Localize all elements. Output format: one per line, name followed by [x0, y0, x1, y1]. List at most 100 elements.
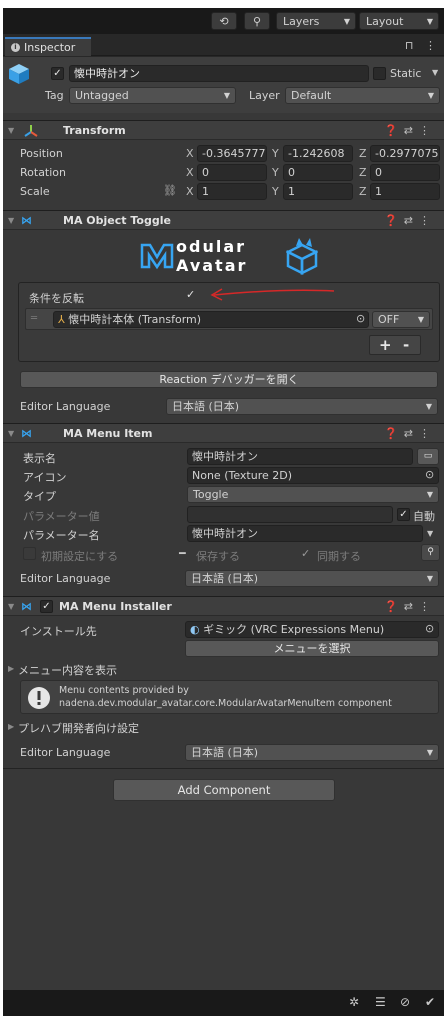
info-line-1: Menu contents provided by — [59, 685, 189, 696]
logo-top-text: odular — [176, 237, 247, 256]
default-checkbox[interactable] — [23, 547, 36, 560]
position-x-input[interactable]: -0.3645777 — [197, 145, 267, 162]
preset-icon[interactable]: ⇄ — [404, 124, 419, 137]
sync-label: 同期する — [317, 550, 361, 563]
more-menu-icon[interactable]: ⋮ — [425, 39, 436, 52]
rotation-z-input[interactable]: 0 — [370, 164, 440, 181]
add-item-button[interactable]: + — [379, 336, 392, 354]
lock-icon[interactable]: ⊓ — [405, 39, 414, 52]
more-menu-icon[interactable]: ⋮ — [419, 214, 436, 227]
editor-language-dropdown[interactable]: 日本語 (日本) ▼ — [166, 398, 438, 415]
constrain-proportions-icon[interactable]: ⛓ — [163, 184, 177, 197]
editor-language-dropdown[interactable]: 日本語 (日本) ▼ — [185, 570, 439, 587]
install-target-field[interactable]: ◐ ギミック (VRC Expressions Menu) — [185, 621, 439, 638]
check-circle-icon[interactable]: ✔ — [425, 995, 435, 1009]
tag-dropdown[interactable]: Untagged ▼ — [69, 87, 236, 104]
scale-z-input[interactable]: 1 — [370, 183, 440, 200]
editor-language-dropdown[interactable]: 日本語 (日本) ▼ — [185, 744, 439, 761]
select-menu-button[interactable]: メニューを選択 — [185, 640, 439, 657]
no-debug-icon[interactable]: ⊘ — [400, 995, 410, 1009]
rotation-x-input[interactable]: 0 — [197, 164, 267, 181]
layer-dropdown[interactable]: Default ▼ — [285, 87, 440, 104]
icon-texture-field[interactable]: None (Texture 2D) — [187, 467, 439, 484]
help-icon[interactable]: ❓ — [384, 600, 404, 613]
foldout-arrow-icon[interactable]: ▼ — [8, 216, 14, 225]
menu-installer-enabled-checkbox[interactable]: ✓ — [40, 600, 53, 613]
object-toggle-header[interactable]: ▼ ⋈ MA Object Toggle ❓⇄⋮ — [3, 210, 444, 230]
chevron-down-icon[interactable]: ▼ — [432, 68, 438, 77]
type-dropdown[interactable]: Toggle ▼ — [187, 486, 439, 503]
transform-small-icon: ⅄ — [58, 313, 65, 326]
install-target-label: インストール先 — [20, 625, 97, 638]
scale-y-input[interactable]: 1 — [283, 183, 353, 200]
top-toolbar: ⟲ ⚲ Layers ▼ Layout ▼ — [3, 8, 444, 34]
remove-item-button[interactable]: - — [403, 336, 409, 354]
active-checkbox[interactable]: ✓ — [51, 67, 64, 80]
invert-condition-checkbox[interactable]: ✓ — [186, 288, 195, 301]
layers-dropdown[interactable]: Layers ▼ — [276, 12, 356, 30]
foldout-arrow-icon[interactable]: ▶ — [8, 722, 14, 731]
show-menu-contents-foldout[interactable]: メニュー内容を表示 — [18, 662, 117, 678]
tab-inspector[interactable]: i Inspector — [5, 37, 91, 56]
auto-checkbox[interactable]: ✓ — [397, 508, 410, 521]
axis-z-label: Z — [359, 166, 367, 179]
sync-checkbox[interactable]: ✓ — [301, 547, 310, 560]
preset-icon[interactable]: ⇄ — [404, 214, 419, 227]
menu-installer-header[interactable]: ▼ ⋈ ✓ MA Menu Installer ❓⇄⋮ — [3, 596, 444, 616]
rename-icon[interactable]: ▭ — [417, 448, 439, 465]
position-y-input[interactable]: -1.242608 — [283, 145, 353, 162]
menu-item-header[interactable]: ▼ ⋈ MA Menu Item ❓⇄⋮ — [3, 423, 444, 443]
tag-label: Tag — [45, 89, 64, 102]
preset-icon[interactable]: ⇄ — [404, 600, 419, 613]
more-menu-icon[interactable]: ⋮ — [419, 427, 436, 440]
editor-language-label: Editor Language — [20, 746, 111, 759]
object-name-input[interactable]: 懐中時計オン — [69, 65, 369, 82]
position-z-input[interactable]: -0.2977075 — [370, 145, 440, 162]
toggle-state-dropdown[interactable]: OFF ▼ — [372, 311, 430, 328]
inspector-panel: ✓ 懐中時計オン Static ▼ Tag Untagged ▼ Layer D… — [3, 57, 444, 992]
parameter-name-input[interactable]: 懐中時計オン — [187, 525, 423, 542]
save-toggle-icon[interactable]: ━ — [179, 547, 186, 560]
object-header: ✓ 懐中時計オン Static ▼ Tag Untagged ▼ Layer D… — [3, 57, 444, 113]
bottom-status-bar: ✲ ☰ ⊘ ✔ — [3, 990, 444, 1016]
editor-language-value: 日本語 (日本) — [191, 572, 259, 585]
add-component-button[interactable]: Add Component — [113, 779, 335, 801]
preset-icon[interactable]: ⇄ — [404, 427, 419, 440]
foldout-arrow-icon[interactable]: ▶ — [8, 664, 14, 673]
scale-x-input[interactable]: 1 — [197, 183, 267, 200]
transform-header[interactable]: ▼ Transform ❓⇄⋮ — [3, 120, 444, 140]
display-name-input[interactable]: 懐中時計オン — [187, 448, 413, 465]
toggle-object-field[interactable]: ⅄ 懐中時計本体 (Transform) — [53, 311, 369, 328]
object-picker-icon[interactable]: ⊙ — [356, 312, 365, 325]
rotation-y-input[interactable]: 0 — [283, 164, 353, 181]
foldout-arrow-icon[interactable]: ▼ — [8, 126, 14, 135]
modular-avatar-logo: odular Avatar — [140, 235, 320, 279]
history-icon[interactable]: ⟲ — [211, 12, 237, 30]
layers-stack-icon[interactable]: ☰ — [375, 995, 386, 1009]
object-picker-icon[interactable]: ⊙ — [425, 468, 434, 481]
prefab-developer-settings-foldout[interactable]: プレハブ開発者向け設定 — [18, 720, 139, 736]
layout-dropdown[interactable]: Layout ▼ — [359, 12, 439, 30]
help-icon[interactable]: ❓ — [384, 124, 404, 137]
help-icon[interactable]: ❓ — [384, 427, 404, 440]
editor-language-value: 日本語 (日本) — [172, 400, 240, 413]
debug-bug-icon[interactable]: ✲ — [349, 995, 359, 1009]
more-menu-icon[interactable]: ⋮ — [419, 600, 436, 613]
axis-x-label: X — [186, 166, 194, 179]
logo-cube-mascot-icon — [286, 238, 318, 275]
static-checkbox[interactable] — [373, 67, 386, 80]
parameter-value-input[interactable] — [187, 506, 393, 523]
drag-handle-icon[interactable]: ═ — [31, 313, 37, 324]
help-icon[interactable]: ❓ — [384, 214, 404, 227]
chevron-down-icon[interactable]: ▼ — [427, 529, 433, 538]
reaction-debugger-button[interactable]: Reaction デバッガーを開く — [20, 371, 438, 388]
search-icon[interactable]: ⚲ — [421, 544, 440, 561]
more-menu-icon[interactable]: ⋮ — [419, 124, 436, 137]
transform-title: Transform — [63, 124, 126, 137]
layout-label: Layout — [366, 14, 404, 28]
foldout-arrow-icon[interactable]: ▼ — [8, 602, 14, 611]
search-icon[interactable]: ⚲ — [244, 12, 270, 30]
object-picker-icon[interactable]: ⊙ — [425, 622, 434, 635]
chevron-down-icon: ▼ — [417, 315, 424, 324]
foldout-arrow-icon[interactable]: ▼ — [8, 429, 14, 438]
